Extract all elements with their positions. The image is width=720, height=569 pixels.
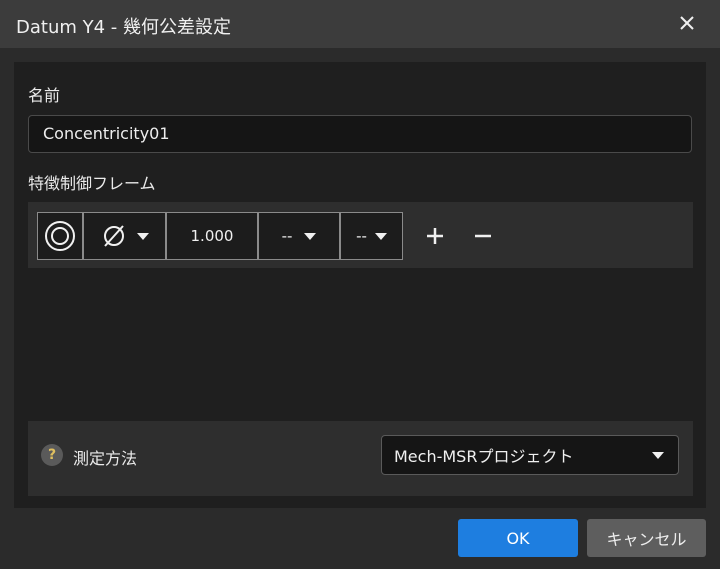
chevron-down-icon xyxy=(652,452,664,459)
add-row-button[interactable] xyxy=(420,221,450,251)
measurement-method-value: Mech-MSRプロジェクト xyxy=(394,447,574,466)
tolerance-value-field[interactable]: 1.000 xyxy=(166,212,258,260)
tolerance-symbol-button[interactable] xyxy=(37,212,83,260)
ok-button[interactable]: OK xyxy=(458,519,578,557)
feature-control-frame-label: 特徴制御フレーム xyxy=(28,174,156,193)
close-icon xyxy=(680,16,694,30)
window-title: Datum Y4 - 幾何公差設定 xyxy=(16,17,231,38)
primary-datum-value: -- xyxy=(281,227,293,245)
chevron-down-icon xyxy=(136,232,149,240)
help-icon[interactable]: ? xyxy=(41,444,63,466)
measurement-method-label: 測定方法 xyxy=(73,449,138,468)
minus-icon xyxy=(475,234,491,238)
cancel-button[interactable]: キャンセル xyxy=(587,519,706,557)
secondary-datum-value: -- xyxy=(356,227,367,245)
diameter-modifier-dropdown[interactable] xyxy=(83,212,166,260)
chevron-down-icon xyxy=(374,232,387,240)
title-bar: Datum Y4 - 幾何公差設定 xyxy=(0,0,720,48)
name-label: 名前 xyxy=(28,86,61,105)
secondary-datum-dropdown[interactable]: -- xyxy=(340,212,403,260)
diameter-icon xyxy=(103,225,124,247)
measurement-method-select[interactable]: Mech-MSRプロジェクト xyxy=(381,435,679,475)
primary-datum-dropdown[interactable]: -- xyxy=(258,212,340,260)
plus-icon xyxy=(427,228,443,244)
concentricity-icon xyxy=(45,221,75,251)
close-button[interactable] xyxy=(674,10,700,36)
remove-row-button[interactable] xyxy=(468,221,498,251)
name-input[interactable]: Concentricity01 xyxy=(28,115,692,153)
chevron-down-icon xyxy=(304,232,317,240)
